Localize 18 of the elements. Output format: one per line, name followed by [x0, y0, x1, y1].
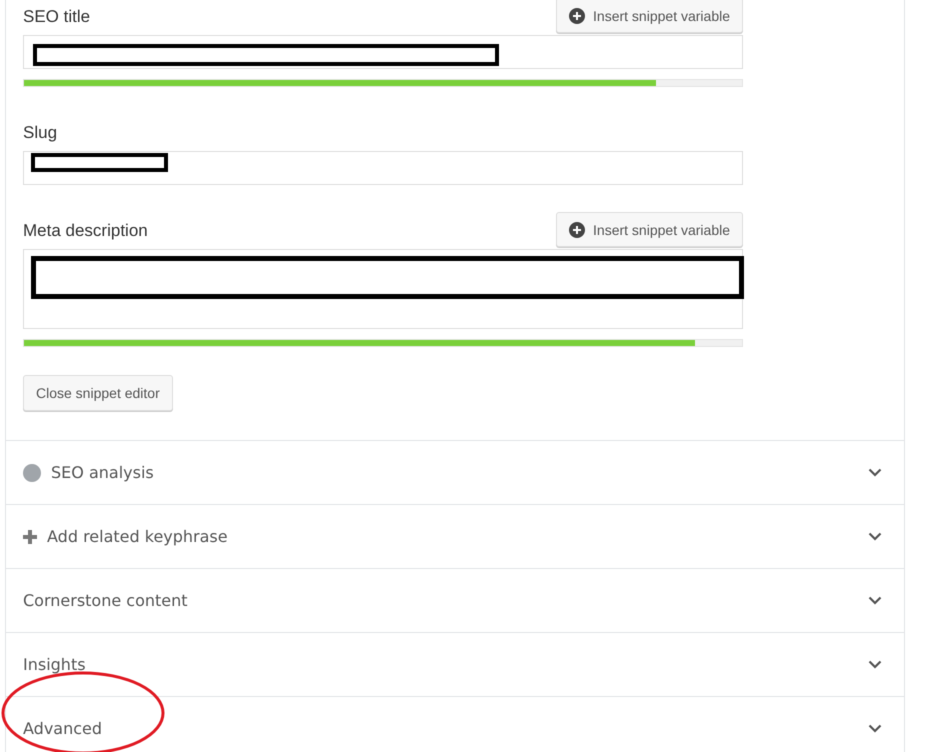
chevron-icon [868, 468, 882, 477]
status-dot-icon [23, 464, 41, 482]
chevron-icon [868, 532, 882, 541]
field-label: Meta description [23, 221, 148, 242]
text-area[interactable] [23, 249, 743, 329]
field-label: SEO title [23, 7, 90, 28]
field-label: Slug [23, 123, 58, 144]
input-field[interactable] [23, 35, 743, 69]
insert-snippet-variable-button[interactable]: Insert snippet variable [556, 0, 743, 33]
input-field[interactable] [23, 151, 743, 185]
plus-icon [23, 530, 37, 544]
chevron-icon [868, 724, 882, 733]
plus-circle-icon [569, 8, 586, 24]
chevron-icon [868, 660, 882, 669]
chevron-icon [868, 596, 882, 605]
insert-snippet-variable-button[interactable]: Insert snippet variable [556, 212, 743, 247]
plus-circle-icon [569, 222, 586, 238]
close-snippet-editor-button[interactable]: Close snippet editor [23, 375, 173, 411]
